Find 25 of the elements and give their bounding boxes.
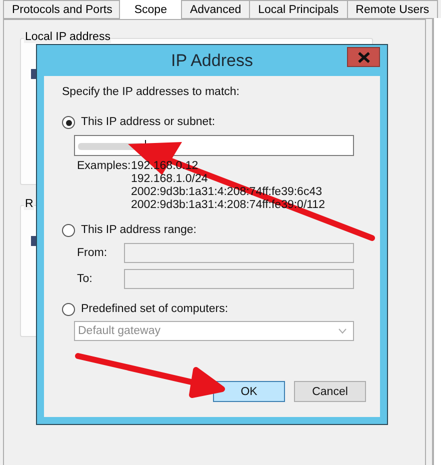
tab[interactable]: Scope: [119, 0, 182, 19]
radio-button[interactable]: [62, 303, 75, 316]
tab[interactable]: Local Principals: [249, 0, 348, 19]
close-icon: [358, 52, 370, 62]
tab[interactable]: Remote Users: [346, 0, 438, 19]
chevron-down-icon: [338, 328, 347, 334]
radio-label: Predefined set of computers:: [81, 303, 228, 316]
prompt-text: Specify the IP addresses to match:: [62, 86, 240, 99]
dialog-title: IP Address: [171, 50, 253, 70]
group-label: Local IP address: [24, 31, 112, 43]
close-button[interactable]: [347, 47, 380, 67]
tab[interactable]: Advanced: [180, 0, 250, 19]
example-address: 192.168.1.0/24: [131, 173, 209, 186]
dialog-button[interactable]: Cancel: [294, 381, 366, 402]
radio-button[interactable]: [62, 224, 75, 237]
field-label: From:: [77, 247, 108, 259]
ip-input-field[interactable]: [74, 135, 354, 156]
radio-label: This IP address range:: [81, 224, 196, 237]
radio-button[interactable]: [62, 116, 75, 129]
radio-label: This IP address or subnet:: [81, 116, 216, 129]
dialog-button[interactable]: OK: [213, 381, 285, 402]
group-label: R: [24, 198, 34, 210]
examples-label: Examples:: [77, 160, 131, 174]
tab[interactable]: Protocols and Ports: [3, 0, 122, 19]
field-label: To:: [77, 273, 94, 285]
